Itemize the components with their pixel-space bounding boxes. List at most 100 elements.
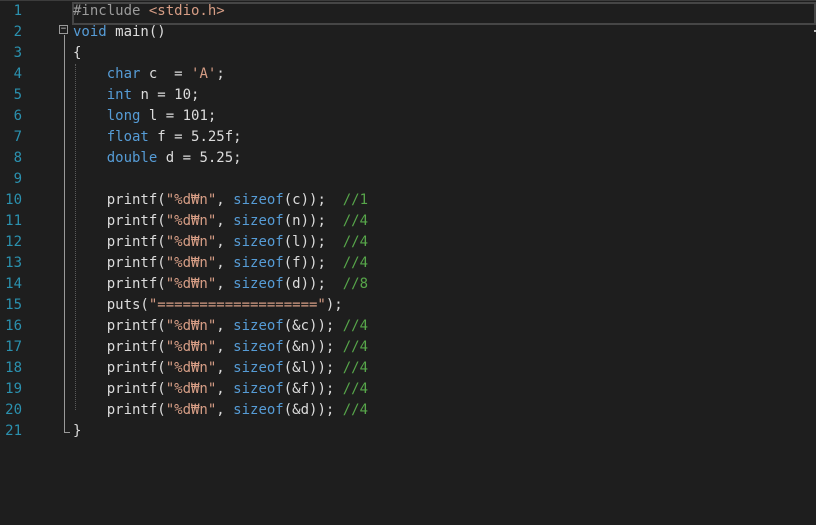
code-line[interactable]: printf("%d₩n", sizeof(f)); //4: [73, 253, 368, 274]
code-line[interactable]: #include <stdio.h>: [73, 1, 225, 22]
code-token: main(): [106, 24, 166, 40]
code-token: l = 101;: [140, 108, 217, 124]
code-line[interactable]: {: [73, 43, 81, 64]
line-number: 9: [13, 171, 22, 187]
line-number: 17: [5, 339, 22, 355]
code-line[interactable]: printf("%d₩n", sizeof(d)); //8: [73, 274, 368, 295]
code-line[interactable]: double d = 5.25;: [73, 148, 242, 169]
code-line[interactable]: printf("%d₩n", sizeof(&d)); //4: [73, 400, 368, 421]
code-token: );: [325, 297, 343, 313]
code-token: sizeof: [233, 381, 284, 397]
line-number: 10: [5, 192, 22, 208]
code-line[interactable]: float f = 5.25f;: [73, 127, 242, 148]
code-token: ;: [216, 66, 225, 82]
code-token: d = 5.25;: [157, 150, 242, 166]
code-token: ,: [216, 318, 234, 334]
code-line[interactable]: printf("%d₩n", sizeof(&n)); //4: [73, 337, 368, 358]
code-token: "%d₩n": [165, 339, 217, 355]
code-line[interactable]: printf("%d₩n", sizeof(c)); //1: [73, 190, 368, 211]
code-token: "===================": [148, 297, 326, 313]
code-token: sizeof: [233, 255, 284, 271]
code-token: printf(: [73, 255, 166, 271]
code-token: printf(: [73, 402, 166, 418]
line-number: 14: [5, 276, 22, 292]
code-token: {: [73, 45, 82, 61]
code-token: (l));: [283, 234, 343, 250]
code-line[interactable]: printf("%d₩n", sizeof(&f)); //4: [73, 379, 368, 400]
code-token: printf(: [73, 192, 166, 208]
line-number: 2: [13, 24, 22, 40]
code-token: }: [73, 423, 82, 439]
collapse-toggle-icon[interactable]: −: [59, 25, 68, 34]
line-number: 11: [5, 213, 22, 229]
code-token: //4: [342, 402, 369, 418]
code-line[interactable]: printf("%d₩n", sizeof(n)); //4: [73, 211, 368, 232]
code-line[interactable]: char c = 'A';: [73, 64, 225, 85]
code-token: long: [106, 108, 141, 124]
code-line[interactable]: int n = 10;: [73, 85, 200, 106]
code-token: sizeof: [233, 360, 284, 376]
code-token: "%d₩n": [165, 255, 217, 271]
code-token: (d));: [283, 276, 343, 292]
code-token: (&f));: [283, 381, 343, 397]
outline-end: [64, 432, 70, 433]
code-token: sizeof: [233, 234, 284, 250]
code-line[interactable]: long l = 101;: [73, 106, 217, 127]
code-token: (&c));: [283, 318, 343, 334]
code-token: "%d₩n": [165, 192, 217, 208]
code-token: ,: [216, 381, 234, 397]
code-line[interactable]: printf("%d₩n", sizeof(&c)); //4: [73, 316, 368, 337]
code-token: //4: [342, 234, 369, 250]
code-token: ,: [216, 255, 234, 271]
code-token: sizeof: [233, 318, 284, 334]
line-number: 13: [5, 255, 22, 271]
line-number: 21: [5, 423, 22, 439]
code-token: ,: [216, 192, 234, 208]
line-number: 7: [13, 129, 22, 145]
code-token: //4: [342, 255, 369, 271]
code-token: //4: [342, 360, 369, 376]
code-line[interactable]: }: [73, 421, 81, 442]
code-token: //8: [342, 276, 369, 292]
code-token: "%d₩n": [165, 276, 217, 292]
code-token: "%d₩n": [165, 213, 217, 229]
code-token: printf(: [73, 381, 166, 397]
code-token: double: [106, 150, 158, 166]
code-token: <stdio.h>: [148, 3, 225, 19]
code-token: ,: [216, 360, 234, 376]
code-token: //4: [342, 318, 369, 334]
line-number: 6: [13, 108, 22, 124]
code-line[interactable]: puts("===================");: [73, 295, 343, 316]
code-token: (f));: [283, 255, 343, 271]
code-token: c =: [140, 66, 192, 82]
code-line[interactable]: void main(): [73, 22, 166, 43]
code-token: 'A': [191, 66, 217, 82]
code-token: ,: [216, 276, 234, 292]
code-token: int: [106, 87, 133, 103]
code-token: ,: [216, 213, 234, 229]
code-token: #include: [73, 3, 149, 19]
code-token: (&l));: [283, 360, 343, 376]
code-token: sizeof: [233, 339, 284, 355]
line-number: 5: [13, 87, 22, 103]
code-token: float: [106, 129, 149, 145]
code-token: "%d₩n": [165, 318, 217, 334]
code-token: "%d₩n": [165, 381, 217, 397]
code-line[interactable]: printf("%d₩n", sizeof(&l)); //4: [73, 358, 368, 379]
code-editor[interactable]: 1 2 3 4 5 6 7 8 9 10 11 12 13 14 15 16 17 18 19 20 21 − #inc…: [0, 0, 816, 525]
code-token: (&n));: [283, 339, 343, 355]
code-token: sizeof: [233, 213, 284, 229]
line-number: 8: [13, 150, 22, 166]
code-token: //4: [342, 213, 369, 229]
code-line[interactable]: printf("%d₩n", sizeof(l)); //4: [73, 232, 368, 253]
code-token: sizeof: [233, 192, 284, 208]
code-token: ,: [216, 339, 234, 355]
line-number: 1: [13, 3, 22, 19]
line-number-gutter: 1 2 3 4 5 6 7 8 9 10 11 12 13 14 15 16 17 18 19 20 21: [0, 0, 40, 525]
code-token: sizeof: [233, 402, 284, 418]
code-token: n = 10;: [132, 87, 200, 103]
